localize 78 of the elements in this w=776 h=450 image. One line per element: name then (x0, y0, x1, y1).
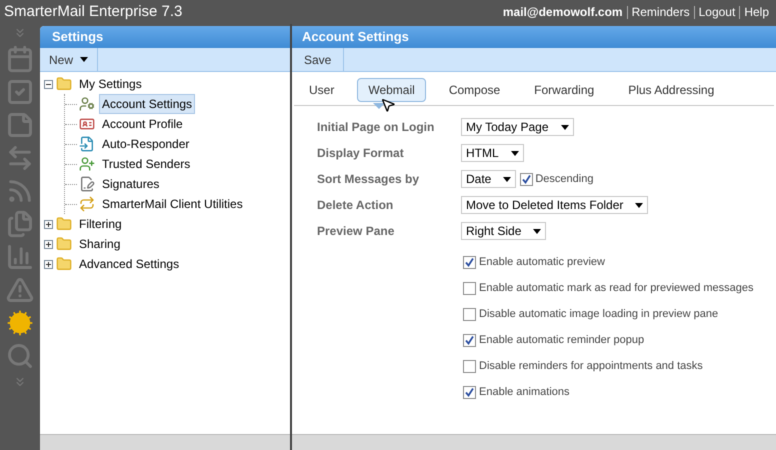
dropdown[interactable]: Date (461, 170, 516, 188)
tree-item[interactable]: Filtering (76, 214, 125, 234)
window-title: SmarterMail Enterprise 7.3 (4, 2, 182, 22)
tab[interactable]: Plus Addressing (617, 78, 726, 102)
tree-item[interactable]: My Settings (76, 74, 145, 94)
header-link[interactable]: Reminders (626, 6, 690, 18)
field-label: Initial Page on Login (317, 119, 436, 136)
account-email: mail@demowolf.com (502, 4, 623, 21)
folder-icon (56, 256, 72, 272)
tab[interactable]: Compose (438, 78, 512, 102)
header-link[interactable]: Logout (694, 6, 736, 18)
tree-item[interactable]: Advanced Settings (76, 254, 182, 274)
dropdown[interactable]: Move to Deleted Items Folder (461, 196, 648, 214)
checkbox-label: Descending (535, 172, 594, 187)
new-button[interactable]: New (40, 48, 98, 71)
field-label: Display Format (317, 145, 405, 162)
checkbox-label: Enable automatic mark as read for previewed messages (479, 280, 754, 296)
checkbox-label: Enable automatic reminder popup (479, 332, 644, 348)
caret-icon (510, 150, 519, 156)
tree-item[interactable]: Signatures (99, 174, 162, 194)
save-button[interactable]: Save (292, 48, 344, 71)
checkbox-label: Enable automatic preview (479, 254, 605, 270)
id-card-icon (79, 116, 95, 132)
field-label: Delete Action (317, 197, 394, 214)
rss-icon[interactable] (6, 177, 34, 205)
note-icon[interactable] (6, 111, 34, 139)
bar-chart-icon[interactable] (6, 243, 34, 271)
tree-item[interactable]: SmarterMail Client Utilities (99, 194, 246, 214)
tree-item[interactable]: Auto-Responder (99, 134, 192, 154)
user-gear-icon (79, 96, 95, 112)
checkbox-label: Disable reminders for appointments and tasks (479, 358, 703, 374)
tree-item[interactable]: Account Profile (99, 114, 186, 134)
tree-item[interactable]: Account Settings (99, 94, 196, 114)
user-plus-icon (79, 156, 95, 172)
checkbox-label: Disable automatic image loading in preview pane (479, 306, 718, 322)
checkbox-icon[interactable] (6, 78, 34, 106)
caret-icon (80, 57, 88, 62)
folder-icon (56, 216, 72, 232)
expand-icon[interactable] (44, 220, 53, 228)
checkbox[interactable] (463, 308, 476, 320)
checkbox[interactable] (463, 282, 476, 294)
document-icon (79, 176, 95, 192)
arrows-icon[interactable] (6, 144, 34, 172)
tree-item[interactable]: Trusted Senders (99, 154, 194, 174)
tab[interactable]: User (298, 78, 346, 102)
checkbox[interactable] (463, 334, 476, 346)
tree-item[interactable]: Sharing (76, 234, 124, 254)
document-arrow-icon (79, 136, 95, 152)
panel-header: Account Settings (292, 26, 776, 48)
field-label: Preview Pane (317, 223, 396, 240)
folder-icon (56, 76, 72, 92)
tab[interactable]: Forwarding (523, 78, 606, 102)
tab[interactable]: Webmail (357, 78, 426, 102)
folder-icon (56, 236, 72, 252)
dropdown[interactable]: My Today Page (461, 118, 574, 136)
caret-icon (560, 124, 568, 130)
checkbox[interactable] (463, 386, 476, 398)
dropdown[interactable]: Right Side (461, 222, 546, 240)
checkbox-label: Enable animations (479, 384, 570, 400)
dropdown[interactable]: HTML (461, 144, 524, 162)
warning-icon[interactable] (6, 276, 34, 304)
checkbox[interactable] (520, 172, 534, 186)
collapse-icon[interactable] (44, 80, 53, 88)
checkbox[interactable] (463, 360, 476, 372)
calendar-icon[interactable] (6, 45, 34, 73)
files-icon[interactable] (6, 210, 34, 238)
header-link[interactable]: Help (739, 6, 769, 18)
search-icon[interactable] (6, 342, 34, 370)
caret-icon (503, 176, 512, 182)
panel-header: Settings (40, 26, 290, 48)
field-label: Sort Messages by (317, 171, 420, 188)
checkbox[interactable] (463, 256, 476, 268)
cursor-icon (380, 97, 396, 113)
expand-icon[interactable] (44, 240, 53, 248)
caret-icon (635, 202, 644, 208)
expand-icon[interactable] (44, 260, 53, 268)
arrows-icon (79, 196, 95, 212)
caret-icon (533, 228, 542, 234)
